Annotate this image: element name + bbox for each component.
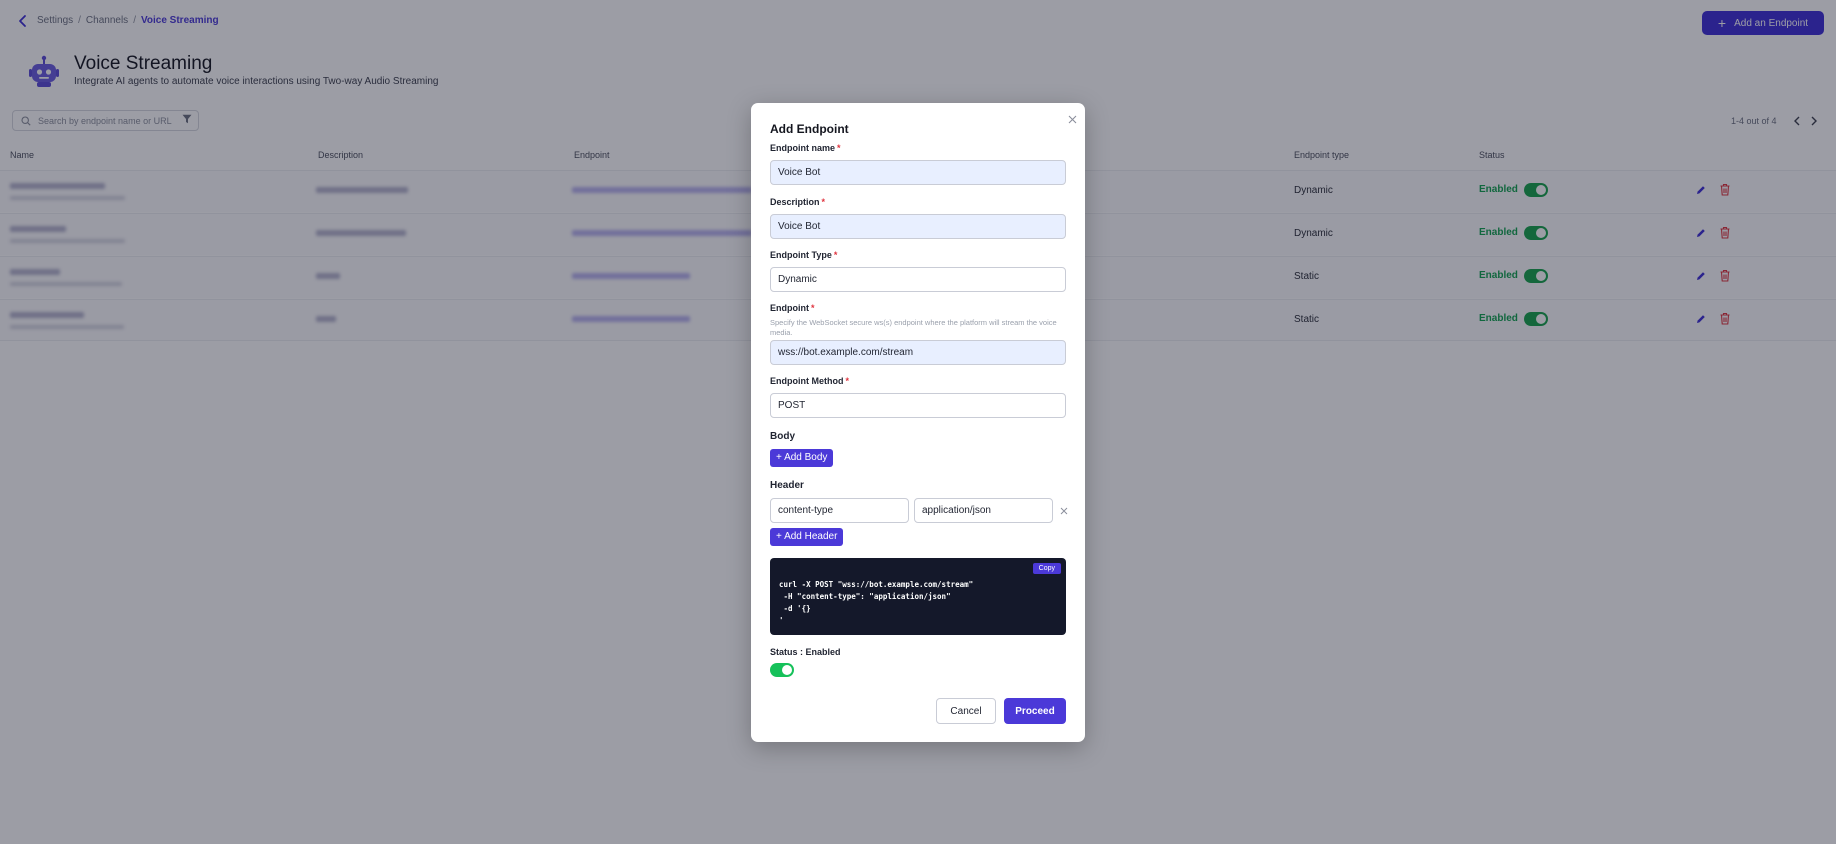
close-icon[interactable]: [1068, 115, 1077, 124]
status-toggle[interactable]: [770, 663, 794, 677]
cancel-button[interactable]: Cancel: [936, 698, 996, 724]
curl-code: curl -X POST "wss://bot.example.com/stre…: [779, 580, 974, 625]
status-label: Status : Enabled: [770, 647, 841, 657]
header-key-field[interactable]: content-type: [770, 498, 909, 523]
add-endpoint-modal: Add Endpoint Endpoint name * Voice Bot De…: [751, 103, 1085, 742]
curl-code-block: Copy curl -X POST "wss://bot.example.com…: [770, 558, 1066, 635]
header-value-field[interactable]: application/json: [914, 498, 1053, 523]
description-field[interactable]: Voice Bot: [770, 214, 1066, 239]
modal-title: Add Endpoint: [770, 122, 849, 136]
endpoint-url-field[interactable]: wss://bot.example.com/stream: [770, 340, 1066, 365]
remove-header-icon[interactable]: [1060, 507, 1068, 515]
description-label: Description *: [770, 197, 826, 207]
endpoint-name-field[interactable]: Voice Bot: [770, 160, 1066, 185]
add-header-button[interactable]: + Add Header: [770, 528, 844, 546]
endpoint-name-label: Endpoint name *: [770, 143, 841, 153]
endpoint-hint: Specify the WebSocket secure ws(s) endpo…: [770, 318, 1057, 337]
header-section-title: Header: [770, 480, 804, 491]
endpoint-type-select[interactable]: Dynamic: [770, 267, 1066, 292]
copy-button[interactable]: Copy: [1032, 563, 1061, 574]
endpoint-method-label: Endpoint Method *: [770, 376, 849, 386]
proceed-button[interactable]: Proceed: [1004, 698, 1066, 724]
endpoint-label: Endpoint *: [770, 303, 815, 313]
endpoint-method-field[interactable]: POST: [770, 393, 1066, 418]
add-body-button[interactable]: + Add Body: [770, 449, 834, 467]
body-section-title: Body: [770, 431, 795, 442]
endpoint-type-label: Endpoint Type *: [770, 250, 838, 260]
